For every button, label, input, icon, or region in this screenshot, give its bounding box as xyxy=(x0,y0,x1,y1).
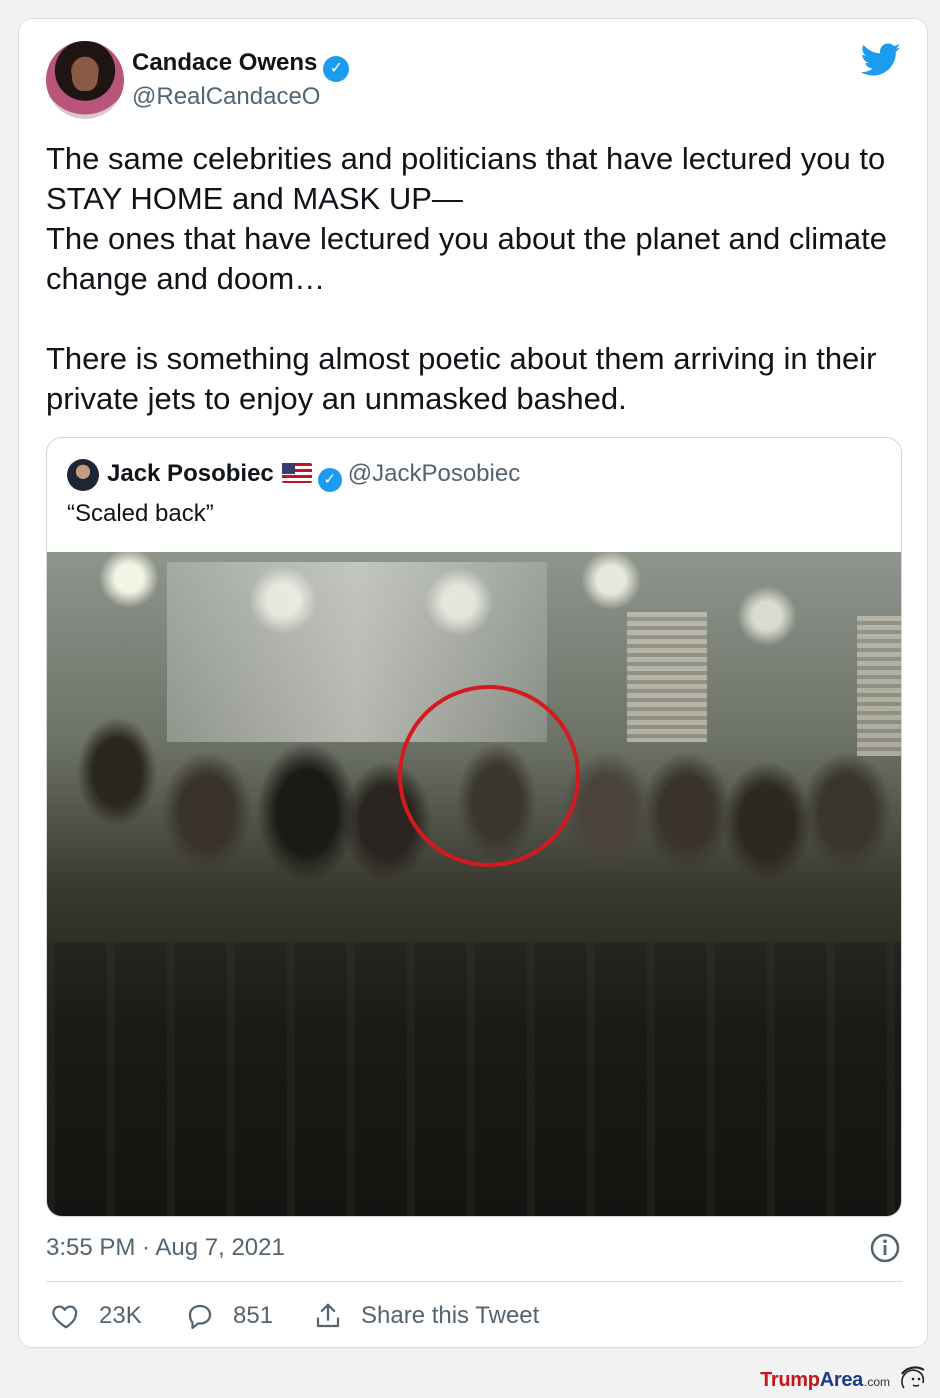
heart-icon xyxy=(52,1305,78,1329)
like-count: 23K xyxy=(99,1302,142,1329)
twitter-bird-icon[interactable] xyxy=(861,43,901,77)
us-flag-icon xyxy=(281,463,312,483)
quoted-tweet-header: Jack Posobiec ✓ @JackPosobiec xyxy=(107,460,520,492)
author-avatar[interactable] xyxy=(46,41,124,119)
share-button[interactable]: Share this Tweet xyxy=(313,1299,539,1333)
quoted-tweet[interactable]: Jack Posobiec ✓ @JackPosobiec “Scaled back… xyxy=(46,437,902,1217)
watermark-suffix: .com xyxy=(863,1375,890,1389)
author-name[interactable]: Candace Owens ✓ xyxy=(132,49,350,82)
verified-badge-icon: ✓ xyxy=(317,468,342,492)
share-upload-icon xyxy=(316,1303,340,1328)
highlight-circle xyxy=(398,685,580,867)
verified-badge-icon: ✓ xyxy=(323,56,350,82)
like-button[interactable]: 23K xyxy=(51,1299,142,1333)
author-name-text[interactable]: Candace Owens xyxy=(132,49,317,76)
speech-bubble-icon xyxy=(188,1304,212,1329)
tweet-card: Candace Owens ✓ @RealCandaceO The same ce… xyxy=(18,18,928,1348)
author-handle[interactable]: @RealCandaceO xyxy=(132,83,320,111)
watermark-part2: Area xyxy=(819,1369,864,1391)
reply-count: 851 xyxy=(233,1302,274,1329)
photo-railing xyxy=(47,942,901,1216)
quoted-author-name[interactable]: Jack Posobiec xyxy=(107,460,274,487)
quoted-tweet-photo[interactable] xyxy=(47,552,901,1216)
tweet-text: The same celebrities and politicians tha… xyxy=(46,141,888,416)
tweet-timestamp[interactable]: 3:55 PM · Aug 7, 2021 xyxy=(46,1234,285,1262)
share-label: Share this Tweet xyxy=(361,1302,540,1329)
reply-button[interactable]: 851 xyxy=(185,1299,273,1333)
quoted-author-handle[interactable]: @JackPosobiec xyxy=(348,460,520,487)
info-icon[interactable] xyxy=(869,1232,901,1264)
quoted-author-avatar[interactable] xyxy=(67,459,99,491)
divider xyxy=(46,1281,902,1282)
cartoon-face-icon xyxy=(901,1366,925,1389)
site-watermark: Trump Area .com xyxy=(760,1362,930,1392)
watermark-part1: Trump xyxy=(760,1369,820,1391)
quoted-tweet-text: “Scaled back” xyxy=(67,500,214,527)
